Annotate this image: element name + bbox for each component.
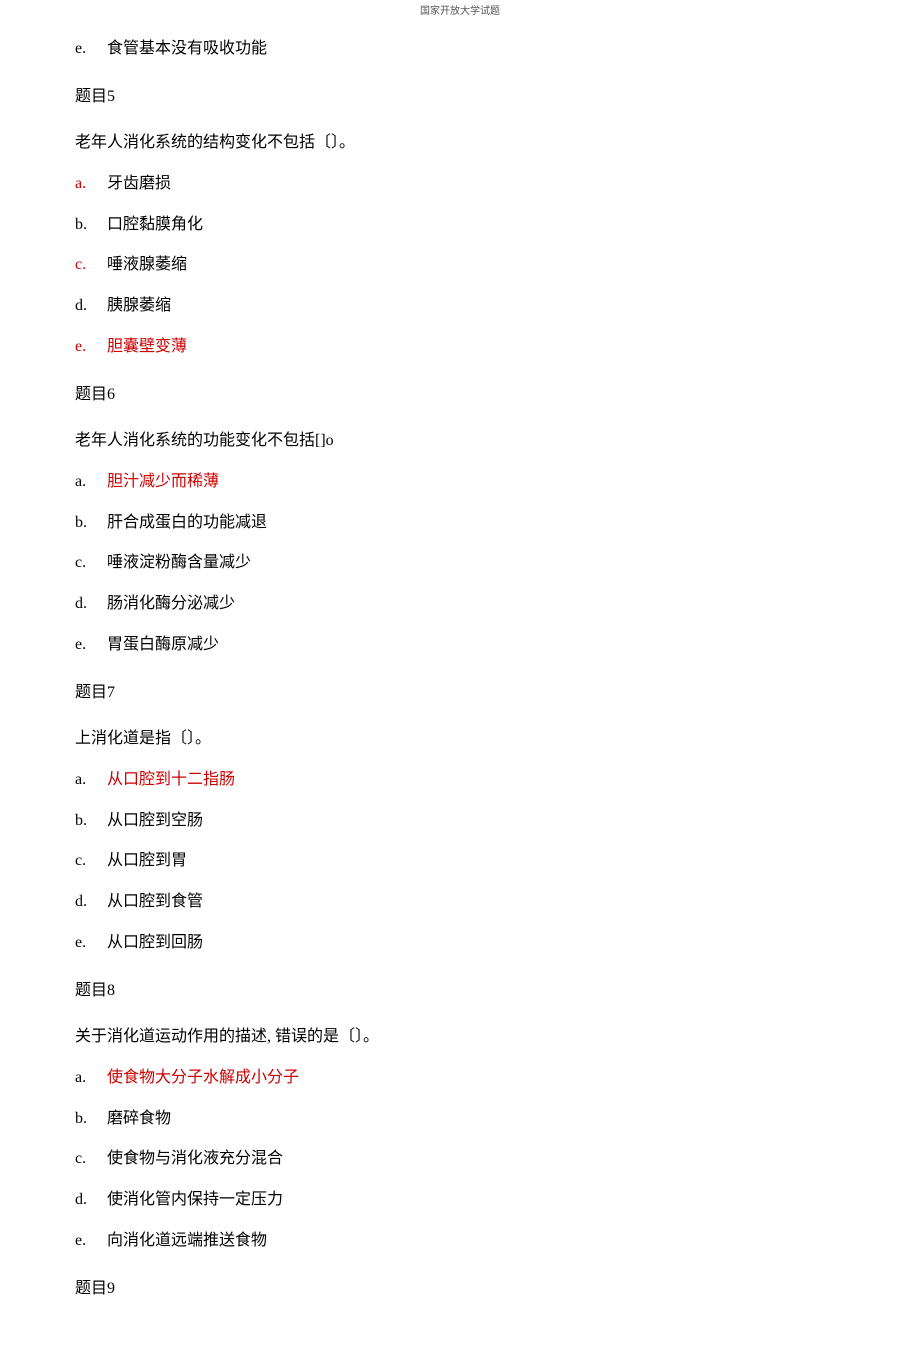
option-text: 使食物大分子水解成小分子: [107, 1068, 299, 1089]
option-row: d. 使消化管内保持一定压力: [75, 1190, 845, 1211]
question-heading: 题目9: [75, 1274, 845, 1298]
option-letter: a.: [75, 1068, 107, 1089]
option-row: e. 从口腔到回肠: [75, 933, 845, 954]
question-stem: 老年人消化系统的结构变化不包括〔〕。: [75, 128, 845, 152]
option-letter: a.: [75, 472, 107, 493]
option-text: 向消化道远端推送食物: [107, 1231, 267, 1252]
option-row: e. 胃蛋白酶原减少: [75, 635, 845, 656]
option-row: e. 胆囊壁变薄: [75, 337, 845, 358]
option-text: 从口腔到食管: [107, 892, 203, 913]
option-letter: d.: [75, 892, 107, 913]
page-header: 国家开放大学试题: [0, 0, 920, 19]
option-row: c. 使食物与消化液充分混合: [75, 1149, 845, 1170]
option-text: 磨碎食物: [107, 1109, 171, 1130]
option-text: 从口腔到胃: [107, 851, 187, 872]
option-text: 使食物与消化液充分混合: [107, 1149, 283, 1170]
option-text: 唾液腺萎缩: [107, 255, 187, 276]
option-row: d. 从口腔到食管: [75, 892, 845, 913]
question-heading: 题目5: [75, 82, 845, 106]
option-row: c. 唾液淀粉酶含量减少: [75, 553, 845, 574]
option-row: e. 食管基本没有吸收功能: [75, 39, 845, 60]
option-text: 口腔黏膜角化: [107, 215, 203, 236]
question-stem: 老年人消化系统的功能变化不包括[]o: [75, 426, 845, 450]
option-text: 从口腔到回肠: [107, 933, 203, 954]
option-text: 食管基本没有吸收功能: [107, 39, 267, 60]
question-heading: 题目7: [75, 678, 845, 702]
option-row: e. 向消化道远端推送食物: [75, 1231, 845, 1252]
option-letter: e.: [75, 1231, 107, 1252]
question-heading: 题目8: [75, 976, 845, 1000]
document-content: e. 食管基本没有吸收功能 题目5 老年人消化系统的结构变化不包括〔〕。 a. …: [0, 39, 920, 1298]
document-page: 国家开放大学试题 e. 食管基本没有吸收功能 题目5 老年人消化系统的结构变化不…: [0, 0, 920, 1361]
option-text: 胆囊壁变薄: [107, 337, 187, 358]
option-letter: e.: [75, 635, 107, 656]
option-text: 肝合成蛋白的功能减退: [107, 513, 267, 534]
option-row: b. 从口腔到空肠: [75, 811, 845, 832]
question-heading: 题目6: [75, 380, 845, 404]
option-letter: d.: [75, 1190, 107, 1211]
option-text: 使消化管内保持一定压力: [107, 1190, 283, 1211]
option-text: 胃蛋白酶原减少: [107, 635, 219, 656]
option-row: a. 从口腔到十二指肠: [75, 770, 845, 791]
option-letter: c.: [75, 255, 107, 276]
option-text: 胰腺萎缩: [107, 296, 171, 317]
option-row: c. 从口腔到胃: [75, 851, 845, 872]
option-letter: b.: [75, 1109, 107, 1130]
option-letter: e.: [75, 39, 107, 60]
option-row: a. 胆汁减少而稀薄: [75, 472, 845, 493]
option-text: 从口腔到十二指肠: [107, 770, 235, 791]
question-stem: 上消化道是指〔〕。: [75, 724, 845, 748]
option-letter: c.: [75, 553, 107, 574]
option-row: c. 唾液腺萎缩: [75, 255, 845, 276]
option-text: 肠消化酶分泌减少: [107, 594, 235, 615]
option-row: b. 磨碎食物: [75, 1109, 845, 1130]
option-text: 唾液淀粉酶含量减少: [107, 553, 251, 574]
option-row: b. 肝合成蛋白的功能减退: [75, 513, 845, 534]
option-letter: d.: [75, 594, 107, 615]
option-letter: b.: [75, 811, 107, 832]
option-row: a. 牙齿磨损: [75, 174, 845, 195]
option-letter: e.: [75, 337, 107, 358]
option-text: 从口腔到空肠: [107, 811, 203, 832]
option-text: 胆汁减少而稀薄: [107, 472, 219, 493]
option-row: a. 使食物大分子水解成小分子: [75, 1068, 845, 1089]
question-stem: 关于消化道运动作用的描述, 错误的是〔〕。: [75, 1022, 845, 1046]
option-letter: b.: [75, 513, 107, 534]
option-letter: b.: [75, 215, 107, 236]
option-letter: a.: [75, 770, 107, 791]
option-letter: e.: [75, 933, 107, 954]
option-letter: a.: [75, 174, 107, 195]
option-row: d. 肠消化酶分泌减少: [75, 594, 845, 615]
option-text: 牙齿磨损: [107, 174, 171, 195]
option-letter: c.: [75, 1149, 107, 1170]
option-row: b. 口腔黏膜角化: [75, 215, 845, 236]
option-letter: d.: [75, 296, 107, 317]
option-row: d. 胰腺萎缩: [75, 296, 845, 317]
option-letter: c.: [75, 851, 107, 872]
